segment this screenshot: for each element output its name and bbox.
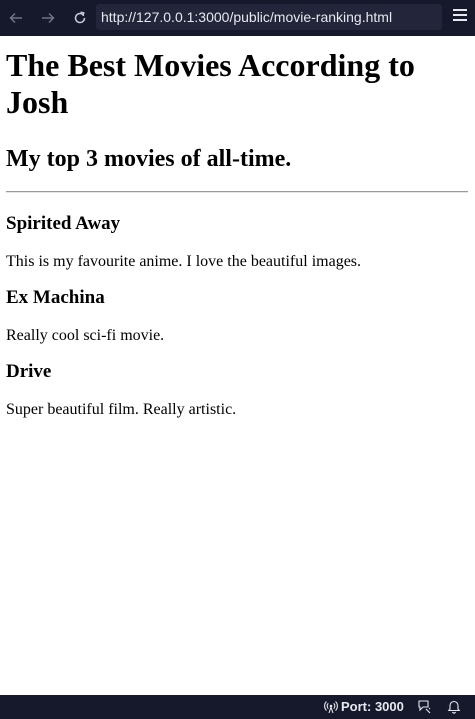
url-input[interactable]: http://127.0.0.1:3000/public/movie-ranki…	[96, 4, 442, 30]
page-subtitle: My top 3 movies of all-time.	[6, 146, 292, 172]
feedback-icon[interactable]	[417, 699, 432, 717]
movie-description: Really cool sci-fi movie.	[6, 327, 165, 344]
movie-description: Super beautiful film. Really artistic.	[6, 401, 237, 418]
movie-title: Ex Machina	[6, 287, 105, 308]
divider	[6, 191, 468, 193]
bell-icon[interactable]	[447, 699, 461, 717]
arrow-left-icon[interactable]	[0, 0, 32, 36]
status-bar: Port: 3000	[0, 695, 475, 719]
reload-icon[interactable]	[64, 0, 96, 36]
page-title: The Best Movies According to Josh	[6, 47, 415, 120]
port-status[interactable]: Port: 3000	[324, 699, 404, 714]
movie-description: This is my favourite anime. I love the b…	[6, 253, 362, 270]
page-content: The Best Movies According to Josh My top…	[6, 36, 468, 419]
movie-title: Drive	[6, 361, 52, 382]
browser-toolbar: http://127.0.0.1:3000/public/movie-ranki…	[0, 0, 475, 36]
movie-title: Spirited Away	[6, 213, 121, 234]
broadcast-icon	[324, 700, 338, 713]
arrow-right-icon[interactable]	[32, 0, 64, 36]
hamburger-menu-icon[interactable]	[453, 9, 467, 25]
port-label: Port: 3000	[341, 699, 404, 714]
